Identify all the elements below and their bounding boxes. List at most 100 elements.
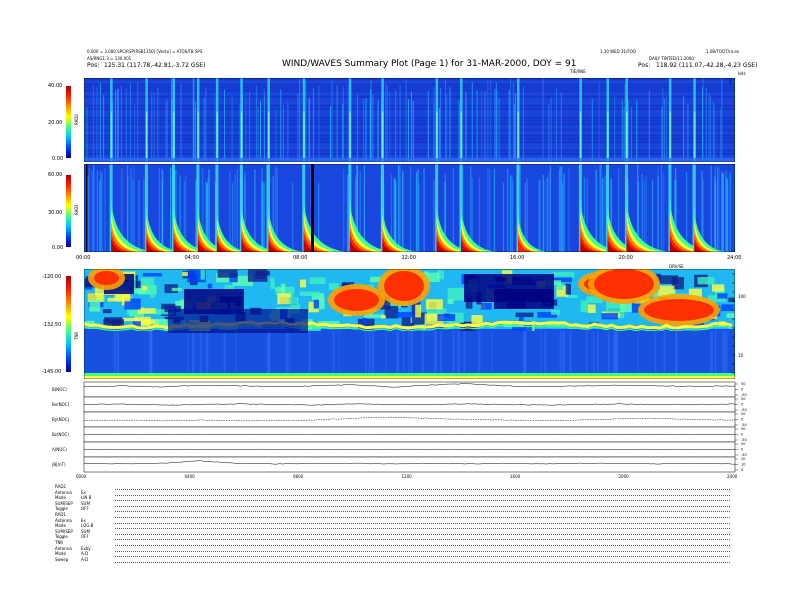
tnr-tag: TIE/RNE <box>570 69 586 74</box>
header-right-pos-value: 118.92 (111.07,-42.28,-4.23 GSE) <box>656 62 758 69</box>
rad1-tick-bottom: 0.00 <box>52 245 64 251</box>
status-row: Mode LIN B <box>55 496 91 500</box>
status-value: OFF <box>81 534 89 540</box>
header-right-line3: 1.0B/TOOT/ra.ex <box>706 49 740 54</box>
lower-time-axis: 0000 0400 0800 1200 1600 2000 2400 <box>76 474 738 483</box>
upper-time-axis-tick-label: 08:00 <box>293 255 308 261</box>
status-dotted-rule <box>115 522 730 524</box>
status-label: RAD1 <box>55 512 66 517</box>
status-dotted-rule <box>115 517 730 518</box>
tnr-intense-region <box>644 299 714 321</box>
status-value: A-D <box>81 551 89 557</box>
tnr-quiet-region <box>494 289 554 309</box>
status-label: Toggle <box>55 534 68 540</box>
status-row: Antenna Ex <box>55 489 86 495</box>
status-row: TNR <box>55 541 81 545</box>
tnr-intense-region <box>384 271 424 301</box>
status-row: RAD2 <box>55 485 81 489</box>
status-label: RAD2 <box>55 484 66 489</box>
tnr-right-tick-100: 100 <box>738 294 746 299</box>
status-label: Antenna <box>55 489 72 495</box>
status-label: Mode <box>55 495 66 501</box>
header-right-line2: DAILY TINTED/11.2000 <box>649 56 694 61</box>
status-row: Toggle OFF <box>55 535 89 539</box>
khz-tag: kHz <box>738 71 746 76</box>
header-right-pos-label: Pos: <box>638 62 651 69</box>
mag-row-tick: 50 <box>741 382 745 386</box>
status-row: RAD1 <box>55 513 81 517</box>
mag-row-tick: 10 <box>741 463 745 467</box>
status-value: SUM <box>81 500 90 506</box>
lower-time-axis-tick-label: 1200 <box>401 474 412 479</box>
mag-line-panels: B(NOC)500-50Bx(NOC)500-50By(NOC)500-50Bz… <box>52 381 747 473</box>
status-value: SUM <box>81 528 90 534</box>
rad1-spectrogram <box>84 164 735 252</box>
status-value: OFF <box>81 506 89 512</box>
rad1-tick-top: 60.00 <box>48 172 63 178</box>
status-dotted-rule <box>115 533 730 535</box>
upper-time-axis-tick-label: 04:00 <box>184 255 199 261</box>
mag-row-frame <box>83 411 736 428</box>
mag-row-tick: 0 <box>741 403 743 407</box>
status-dotted-rule <box>115 528 730 530</box>
rad2-colorbar-label: RAD2 <box>74 114 79 125</box>
tnr-spectrogram <box>84 269 735 379</box>
status-dotted-rule <box>115 556 730 558</box>
status-value: Ex <box>81 517 86 523</box>
rad2-colorbar <box>66 86 71 158</box>
rad2-tick-bottom: 0.00 <box>52 156 64 162</box>
mag-row-label: Bx(NOC) <box>52 402 70 407</box>
upper-time-axis-tick-label: 16:00 <box>510 255 525 261</box>
header-left-pos-value: 125.31 (117.78,-42.81,-3.72 GSE) <box>104 62 206 69</box>
rad1-colorbar <box>66 175 71 247</box>
header-left-pos-label: Pos: <box>87 62 100 69</box>
header-left-line1: 0.000 = 3.000 SPC/RSP(RSB1350) [Vecto] =… <box>87 49 203 54</box>
mag-row-tick: 20 <box>741 457 745 461</box>
mag-row-label: By(NOC) <box>52 417 70 422</box>
status-label: Sweep <box>55 556 69 562</box>
upper-time-axis: 00:00 04:00 08:00 12:00 16:00 20:00 24:00 <box>76 255 741 264</box>
rad2-right-tick: 0 <box>729 79 732 84</box>
tnr-intense-region <box>94 271 119 285</box>
rad2-tick-top: 40.00 <box>48 83 63 89</box>
status-dotted-rule <box>115 539 730 541</box>
mag-row-tick: 0 <box>741 388 743 392</box>
mag-row-label: |B|(nT) <box>52 462 66 467</box>
status-dotted-rule <box>115 500 730 502</box>
tnr-tick-mid: -132.50 <box>42 322 62 328</box>
mag-row-tick: 0 <box>741 468 743 472</box>
status-dotted-rule <box>115 550 730 552</box>
lower-time-axis-tick-label: 2400 <box>727 474 738 479</box>
mag-row-tick: 50 <box>741 412 745 416</box>
lower-time-axis-tick-label: 0400 <box>184 474 195 479</box>
header-left-line2: AS/RNG1.3 = 130.001 <box>87 56 132 61</box>
mag-row-label: B(NOC) <box>52 387 67 392</box>
status-label: SUM/SEP <box>55 528 73 534</box>
rad1-tick-mid: 30.00 <box>48 210 63 216</box>
status-dotted-rule <box>115 545 730 546</box>
status-label: SUM/SEP <box>55 500 73 506</box>
status-dotted-rule <box>115 505 730 507</box>
status-row: SUM/SEP SUM <box>55 500 90 506</box>
lower-time-axis-tick-label: 0000 <box>76 474 87 479</box>
tnr-tick-top: -120.00 <box>42 274 62 280</box>
status-label: Mode <box>55 523 66 529</box>
tnr-intense-region <box>594 269 654 299</box>
mag-row-tick: 50 <box>741 427 745 431</box>
mag-row-frame <box>83 381 736 398</box>
mag-row-tick: 50 <box>741 397 745 401</box>
tnr-colorbar <box>66 276 71 372</box>
tnr-tick-bottom: -145.00 <box>42 369 62 375</box>
lower-time-axis-tick-label: 0800 <box>293 474 304 479</box>
tnr-colorbar-label: TNR <box>74 331 79 340</box>
header-right-line1: 1.10 WED 31/FOO <box>600 49 637 54</box>
status-label: Antenna <box>55 545 72 551</box>
mag-row-label: Λ(NOC) <box>52 447 67 452</box>
status-value: LOG-B <box>81 523 94 529</box>
upper-time-axis-tick-label: 12:00 <box>401 255 416 261</box>
status-row: Mode LOG-B <box>55 524 93 528</box>
upper-time-axis-tick-label: 20:00 <box>618 255 633 261</box>
upper-time-axis-tick-label: 24:00 <box>727 255 742 261</box>
mag-row-label: Bz(NOC) <box>52 432 69 437</box>
status-label: Toggle <box>55 506 68 512</box>
